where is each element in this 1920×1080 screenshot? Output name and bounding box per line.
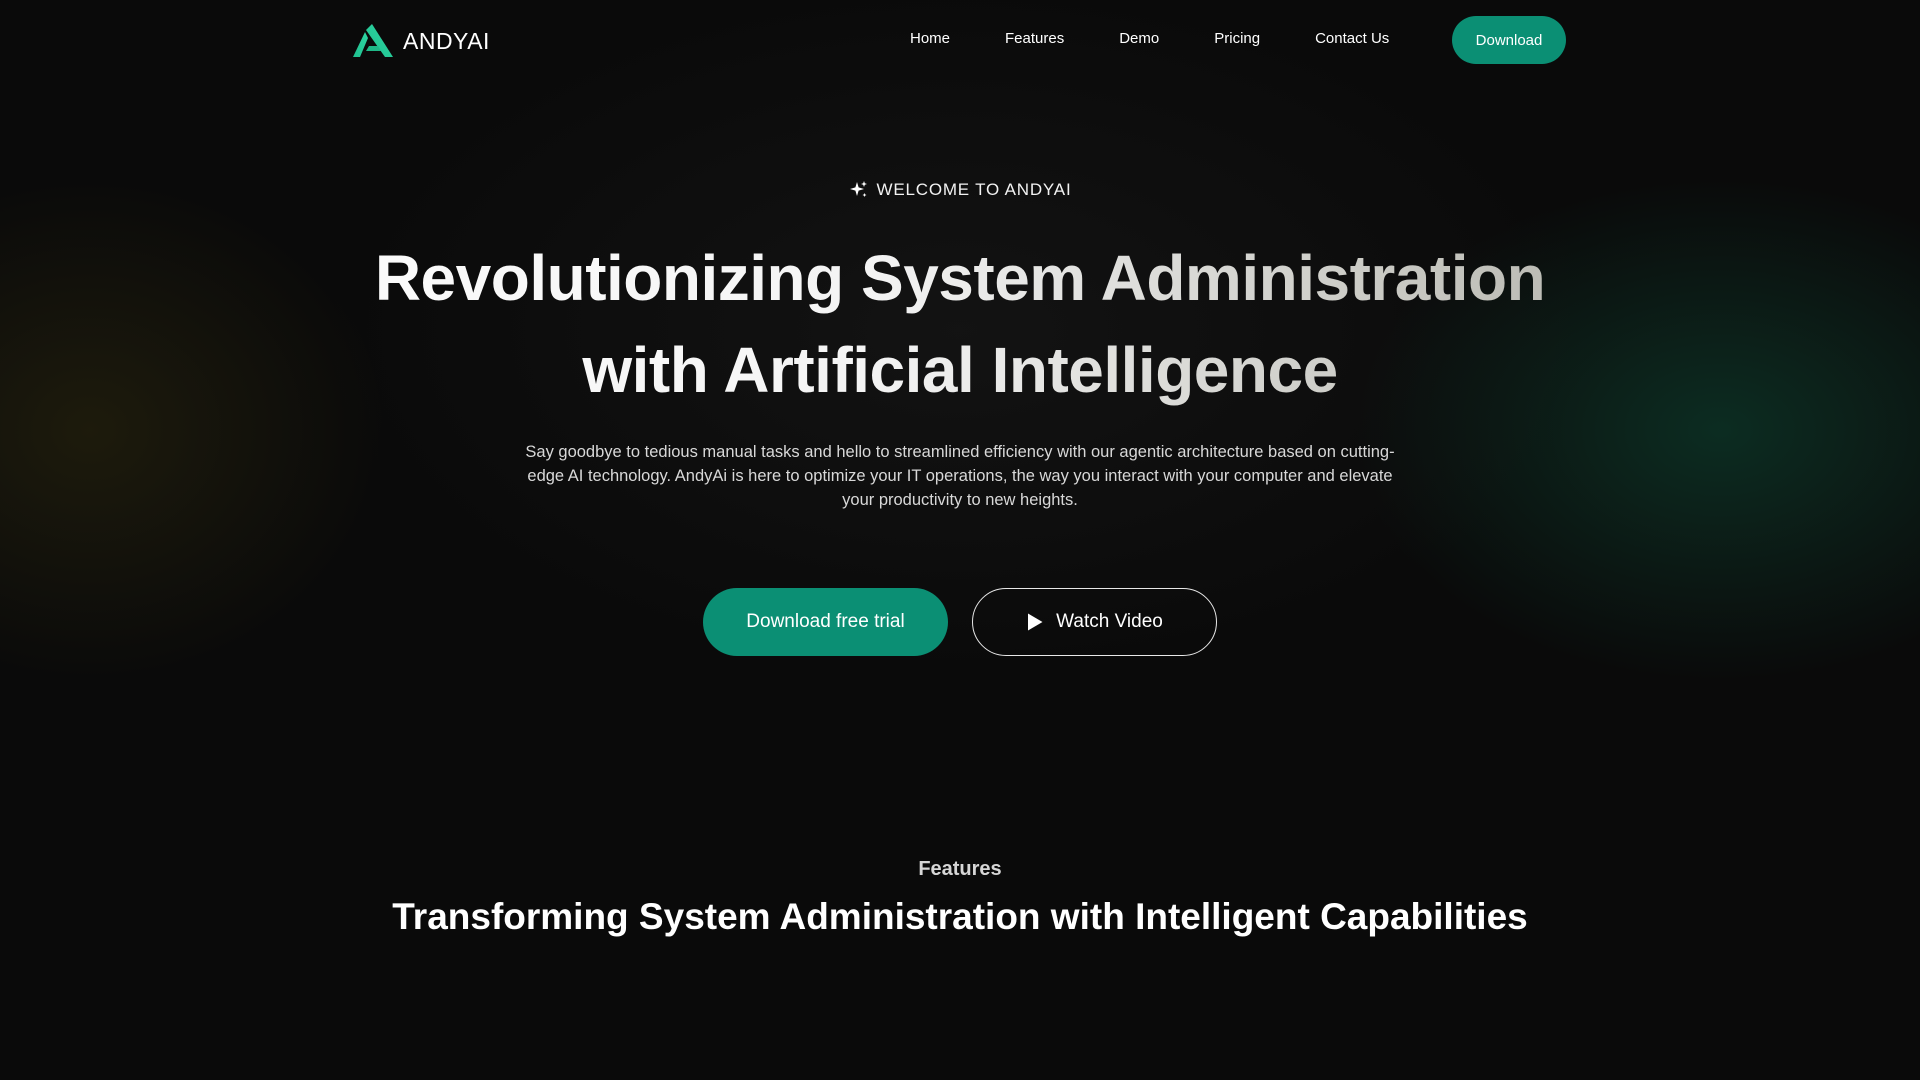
hero-title: Revolutionizing System Administration wi… [0,232,1920,416]
navbar: ANDYAI Home Features Demo Pricing Contac… [0,0,1920,80]
hero-eyebrow-text: WELCOME TO ANDYAI [876,180,1072,199]
hero-title-line-1: Revolutionizing System Administration [374,242,1546,314]
brand-name: ANDYAI [403,27,490,54]
watch-video-button[interactable]: Watch Video [972,588,1217,656]
features-title: Transforming System Administration with … [392,896,1528,937]
download-free-trial-button[interactable]: Download free trial [703,588,948,656]
nav-link-demo[interactable]: Demo [1119,30,1159,47]
download-free-trial-label: Download free trial [746,611,905,632]
watch-video-label: Watch Video [1056,611,1163,632]
nav-link-features[interactable]: Features [1005,30,1064,47]
sparkle-icon [849,181,867,197]
landing-page: ANDYAI Home Features Demo Pricing Contac… [0,0,1920,1080]
andyai-logo-icon [353,24,393,57]
nav-link-pricing[interactable]: Pricing [1214,30,1260,47]
logo-link[interactable]: ANDYAI [353,24,490,58]
nav-link-home[interactable]: Home [910,30,950,47]
hero-title-line-2: with Artificial Intelligence [582,334,1338,406]
nav-download-button[interactable]: Download [1452,16,1566,64]
play-icon [1028,613,1043,631]
nav-menu: Home Features Demo Pricing Contact Us [890,30,1389,47]
hero-eyebrow: WELCOME TO ANDYAI [0,180,1920,200]
nav-link-contact-us[interactable]: Contact Us [1315,30,1389,47]
hero-description: Say goodbye to tedious manual tasks and … [525,443,1395,509]
features-eyebrow: Features [918,858,1002,880]
hero-cta-row: Download free trial Watch Video [703,588,1217,656]
